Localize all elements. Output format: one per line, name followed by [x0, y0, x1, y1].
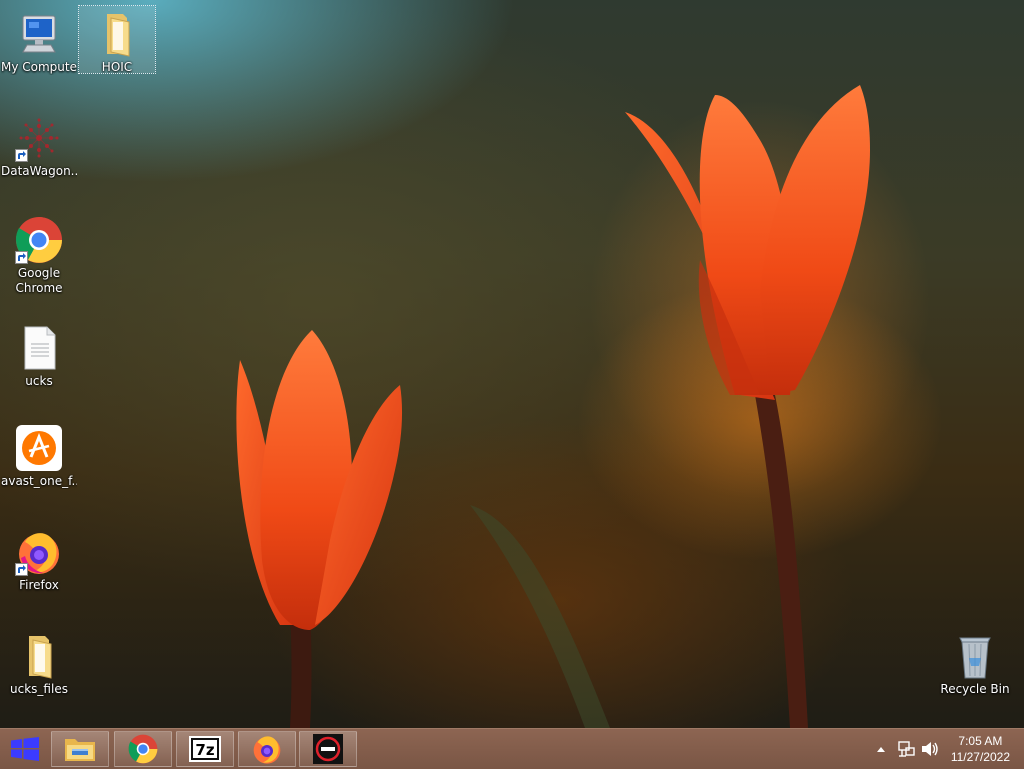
taskbar-app-button[interactable] — [299, 731, 357, 767]
chevron-up-icon — [877, 747, 885, 752]
desktop-icon-label: Recycle Bin — [940, 682, 1010, 696]
desktop-icon-google-chrome[interactable]: Google Chrome — [1, 212, 77, 296]
folder-icon — [15, 632, 63, 680]
taskbar: 7z 7:05 AM 11/27/2022 — [0, 728, 1024, 769]
taskbar-chrome-button[interactable] — [114, 731, 172, 767]
desktop-icon-label: avast_one_f... — [1, 474, 77, 488]
wallpaper-image — [236, 85, 930, 728]
windows-logo-icon — [11, 737, 39, 761]
taskbar-file-explorer-button[interactable] — [51, 731, 109, 767]
7zip-icon: 7z — [189, 736, 221, 762]
desktop-icon-label: Firefox — [19, 578, 59, 592]
desktop-icon-my-computer[interactable]: My Computer — [1, 6, 77, 75]
show-hidden-icons-button[interactable] — [874, 729, 888, 769]
desktop-icon-firefox[interactable]: Firefox — [1, 524, 77, 593]
recycle-bin-icon — [951, 632, 999, 680]
taskbar-firefox-button[interactable] — [238, 731, 296, 767]
volume-tray-button[interactable] — [920, 729, 940, 769]
desktop-icon-datawagon[interactable]: DataWagon... — [1, 110, 77, 179]
shortcut-arrow-icon — [15, 563, 28, 576]
desktop[interactable]: My Computer HOIC DataWagon... Google Chr… — [0, 0, 1024, 728]
desktop-icon-label: My Computer — [1, 60, 77, 74]
desktop-icon-ucks-files[interactable]: ucks_files — [1, 628, 77, 697]
computer-icon — [15, 10, 63, 58]
file-explorer-icon — [65, 739, 95, 761]
datawagon-icon — [15, 114, 63, 162]
desktop-icon-label: Google Chrome — [15, 266, 63, 295]
minus-circle-icon — [313, 734, 343, 764]
start-button[interactable] — [0, 729, 48, 769]
desktop-icon-recycle-bin[interactable]: Recycle Bin — [937, 628, 1013, 697]
clock[interactable]: 7:05 AM 11/27/2022 — [951, 733, 1010, 765]
network-icon — [898, 741, 915, 757]
chrome-icon — [15, 216, 63, 264]
folder-icon — [93, 10, 141, 58]
desktop-icon-hoic[interactable]: HOIC — [78, 5, 156, 74]
desktop-icon-label: DataWagon... — [1, 164, 77, 178]
firefox-icon — [253, 736, 281, 764]
desktop-icon-label: ucks — [25, 374, 53, 388]
shortcut-arrow-icon — [15, 251, 28, 264]
taskbar-7zip-button[interactable]: 7z — [176, 731, 234, 767]
desktop-icon-label: ucks_files — [10, 682, 68, 696]
svg-text:7z: 7z — [195, 741, 214, 759]
clock-time: 7:05 AM — [958, 734, 1003, 748]
network-tray-button[interactable] — [896, 729, 916, 769]
volume-icon — [922, 742, 938, 756]
desktop-icon-avast[interactable]: avast_one_f... — [1, 420, 77, 489]
text-file-icon — [15, 324, 63, 372]
desktop-icon-label: HOIC — [101, 60, 133, 74]
chrome-icon — [128, 734, 158, 764]
desktop-icon-ucks[interactable]: ucks — [1, 320, 77, 389]
shortcut-arrow-icon — [15, 149, 28, 162]
clock-date: 11/27/2022 — [950, 750, 1010, 764]
avast-icon — [15, 424, 63, 472]
firefox-icon — [15, 528, 63, 576]
